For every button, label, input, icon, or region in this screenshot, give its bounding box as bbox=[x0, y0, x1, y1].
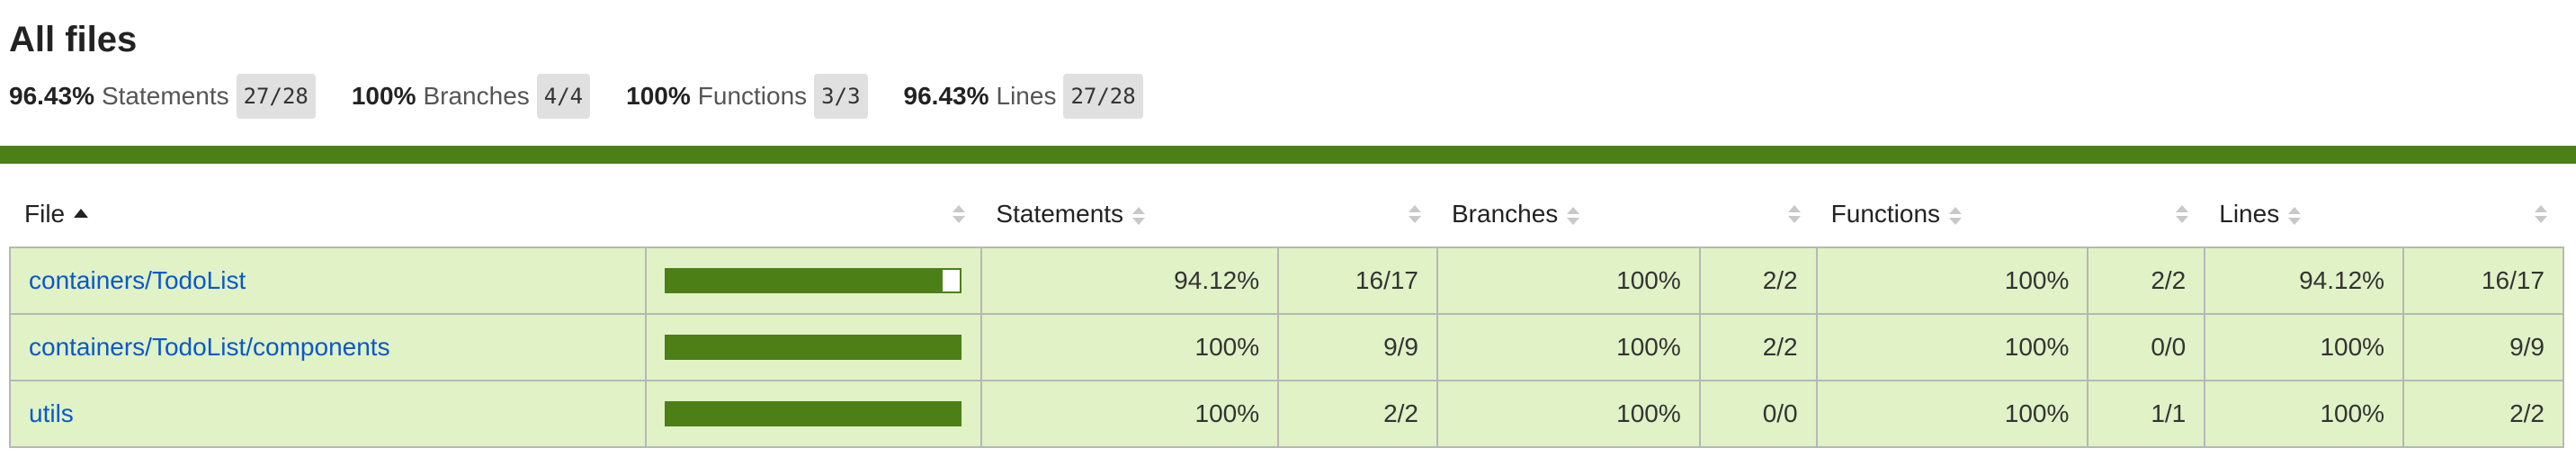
lines-pct: 94.12% bbox=[2204, 246, 2405, 315]
table-row: utils 100% 2/2 100% 0/0 100% 1/1 100% 2/… bbox=[8, 380, 2564, 448]
sort-icon bbox=[1949, 206, 1963, 226]
functions-pct: 100% bbox=[1815, 380, 2089, 448]
sort-icon bbox=[953, 204, 966, 224]
file-cell: utils bbox=[8, 380, 648, 448]
summary-label: Branches bbox=[423, 82, 530, 110]
functions-fraction: 2/2 bbox=[2087, 246, 2206, 315]
summary-lines: 96.43% Lines 27/28 bbox=[904, 74, 1143, 119]
statements-pct: 100% bbox=[980, 380, 1280, 448]
summary-pct: 96.43% bbox=[9, 82, 94, 110]
column-header-label: Lines bbox=[2219, 200, 2280, 228]
column-header-label: Functions bbox=[1830, 200, 1941, 228]
column-header-label: Statements bbox=[996, 200, 1124, 228]
column-header-functions[interactable]: Functions bbox=[1817, 182, 2089, 247]
summary-statements: 96.43% Statements 27/28 bbox=[9, 74, 316, 119]
sort-icon bbox=[1409, 204, 1421, 224]
summary-label: Statements bbox=[101, 82, 229, 110]
lines-fraction: 16/17 bbox=[2402, 246, 2564, 315]
functions-pct: 100% bbox=[1815, 313, 2089, 381]
file-link[interactable]: utils bbox=[29, 399, 74, 427]
summary-fraction: 27/28 bbox=[1063, 74, 1143, 119]
file-cell: containers/TodoList bbox=[8, 246, 648, 315]
column-header-functions-raw[interactable] bbox=[2088, 182, 2205, 247]
summary-fraction: 3/3 bbox=[814, 74, 868, 119]
sort-icon bbox=[1787, 204, 1801, 224]
branches-fraction: 0/0 bbox=[1698, 380, 1818, 448]
column-header-lines-raw[interactable] bbox=[2403, 182, 2563, 247]
statements-pct: 100% bbox=[980, 313, 1280, 381]
coverage-bar-fill bbox=[666, 403, 961, 425]
sort-icon bbox=[1567, 206, 1580, 226]
summary-pct: 100% bbox=[626, 82, 691, 110]
table-row: containers/TodoList 94.12% 16/17 100% 2/… bbox=[8, 246, 2564, 315]
functions-pct: 100% bbox=[1815, 246, 2089, 315]
file-link[interactable]: containers/TodoList bbox=[29, 266, 246, 294]
summary-pct: 96.43% bbox=[903, 82, 989, 110]
statements-pct: 94.12% bbox=[980, 246, 1280, 315]
coverage-bar-cell bbox=[645, 313, 983, 381]
column-header-lines[interactable]: Lines bbox=[2205, 182, 2403, 247]
coverage-bar bbox=[665, 268, 962, 293]
sort-icon bbox=[1132, 206, 1146, 226]
column-header-label: Branches bbox=[1452, 200, 1559, 228]
coverage-bar-fill bbox=[666, 336, 961, 358]
column-header-branches-raw[interactable] bbox=[1700, 182, 1817, 247]
summary-fraction: 4/4 bbox=[536, 74, 591, 119]
summary-branches: 100% Branches 4/4 bbox=[351, 74, 591, 119]
statements-fraction: 2/2 bbox=[1277, 380, 1438, 448]
coverage-bar bbox=[665, 401, 962, 426]
statements-fraction: 9/9 bbox=[1277, 313, 1438, 381]
coverage-status-line bbox=[0, 146, 2576, 164]
summary-fraction: 27/28 bbox=[236, 74, 316, 119]
column-header-file-bar[interactable] bbox=[646, 182, 981, 247]
page-title: All files bbox=[9, 20, 138, 59]
summary-functions: 100% Functions 3/3 bbox=[626, 74, 868, 119]
sort-icon bbox=[2176, 204, 2189, 224]
coverage-bar-cell bbox=[645, 380, 983, 448]
column-header-statements[interactable]: Statements bbox=[981, 182, 1278, 247]
lines-pct: 100% bbox=[2204, 380, 2405, 448]
column-header-file[interactable]: File bbox=[10, 182, 646, 247]
statements-fraction: 16/17 bbox=[1277, 246, 1438, 315]
branches-fraction: 2/2 bbox=[1698, 246, 1818, 315]
coverage-summary: 96.43% Statements 27/28 100% Branches 4/… bbox=[9, 74, 1179, 119]
file-cell: containers/TodoList/components bbox=[8, 313, 648, 381]
branches-pct: 100% bbox=[1436, 313, 1701, 381]
table-header-row: File Statements Branches Functions Lines bbox=[10, 182, 2563, 247]
column-header-label: File bbox=[24, 200, 66, 228]
summary-label: Lines bbox=[996, 82, 1057, 110]
coverage-bar-fill bbox=[666, 270, 944, 291]
functions-fraction: 0/0 bbox=[2087, 313, 2206, 381]
file-link[interactable]: containers/TodoList/components bbox=[29, 333, 390, 361]
summary-label: Functions bbox=[697, 82, 808, 110]
sort-icon bbox=[2535, 204, 2547, 224]
branches-pct: 100% bbox=[1436, 246, 1701, 315]
functions-fraction: 1/1 bbox=[2087, 380, 2206, 448]
coverage-bar-cell bbox=[645, 246, 983, 315]
branches-pct: 100% bbox=[1436, 380, 1701, 448]
column-header-statements-raw[interactable] bbox=[1278, 182, 1437, 247]
lines-pct: 100% bbox=[2204, 313, 2405, 381]
sort-ascending-icon bbox=[74, 208, 89, 218]
column-header-branches[interactable]: Branches bbox=[1437, 182, 1700, 247]
lines-fraction: 9/9 bbox=[2402, 313, 2564, 381]
coverage-table: File Statements Branches Functions Lines… bbox=[8, 182, 2564, 448]
table-row: containers/TodoList/components 100% 9/9 … bbox=[8, 313, 2564, 381]
coverage-bar bbox=[665, 335, 962, 360]
coverage-report: All files 96.43% Statements 27/28 100% B… bbox=[0, 0, 2576, 466]
summary-pct: 100% bbox=[351, 82, 416, 110]
branches-fraction: 2/2 bbox=[1698, 313, 1818, 381]
lines-fraction: 2/2 bbox=[2402, 380, 2564, 448]
sort-icon bbox=[2288, 206, 2302, 226]
